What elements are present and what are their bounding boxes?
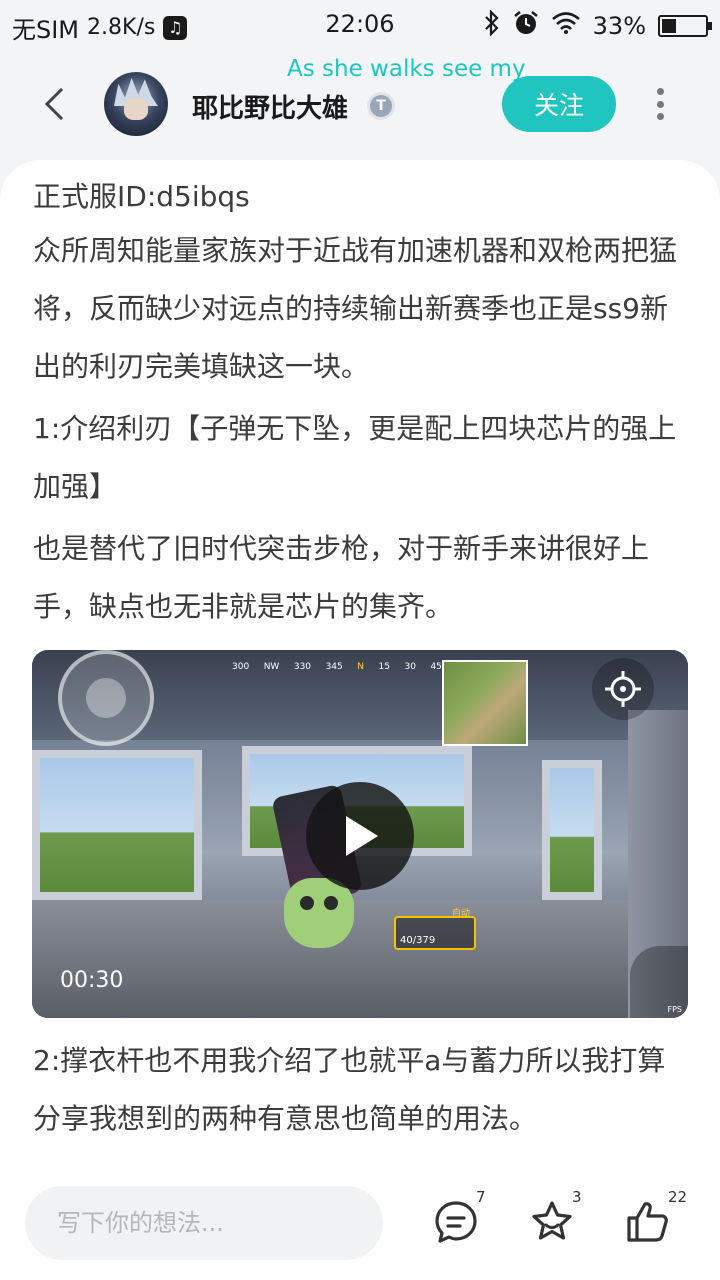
ammo-counter: 40/379	[394, 916, 476, 950]
game-joystick-icon	[58, 650, 154, 746]
back-button[interactable]	[34, 82, 74, 126]
battery-percent: 33%	[592, 12, 646, 40]
post-paragraph-2: 1:介绍利刃【子弹无下坠，更是配上四块芯片的强上加强】	[33, 412, 677, 503]
video-duration: 00:30	[60, 968, 124, 993]
more-options-icon[interactable]	[650, 88, 670, 120]
post-header: 耶比野比大雄 T As she walks see my 关注	[0, 52, 720, 158]
bottom-action-bar: 7 3 22	[0, 1164, 720, 1280]
favorite-button[interactable]	[528, 1198, 576, 1246]
post-paragraph-4: 2:撑衣杆也不用我介绍了也就平a与蓄力所以我打算分享我想到的两种有意思也简单的用…	[33, 1044, 666, 1135]
chevron-left-icon	[44, 87, 64, 121]
like-button[interactable]	[624, 1198, 672, 1246]
comment-input[interactable]	[25, 1186, 383, 1260]
post-paragraph-3: 也是替代了旧时代突击步枪，对于新手来讲很好上手，缺点也无非就是芯片的集齐。	[33, 532, 650, 623]
favorites-count: 3	[572, 1188, 582, 1206]
post-content: 正式服ID:d5ibqs 众所周知能量家族对于近战有加速机器和双枪两把猛将，反而…	[0, 160, 720, 1164]
game-character	[284, 878, 354, 948]
follow-button[interactable]: 关注	[502, 76, 616, 132]
play-button[interactable]	[306, 782, 414, 890]
comment-icon	[435, 1201, 477, 1243]
game-minimap	[442, 660, 528, 746]
alarm-icon	[513, 10, 539, 42]
comment-button[interactable]	[432, 1198, 480, 1246]
crosshair-icon	[592, 658, 654, 720]
likes-count: 22	[668, 1188, 688, 1206]
star-icon	[532, 1201, 572, 1240]
video-player[interactable]: 300 NW 330 345 N 15 30 45 自动 40/379 FPS 00:3…	[32, 650, 688, 1018]
level-badge-icon: T	[367, 92, 395, 120]
play-icon	[346, 816, 378, 856]
author-name[interactable]: 耶比野比大雄	[192, 88, 348, 125]
status-right: 33%	[483, 9, 712, 42]
avatar[interactable]	[104, 72, 168, 136]
thumbs-up-icon	[627, 1202, 668, 1242]
bluetooth-icon	[483, 9, 501, 42]
game-compass: 300 NW 330 345 N 15 30 45	[232, 662, 442, 672]
floating-comment: As she walks see my	[287, 56, 526, 82]
wifi-icon	[551, 11, 581, 41]
status-bar: 无SIM 2.8K/s ♫ 22:06 33%	[0, 0, 720, 52]
comments-count: 7	[476, 1188, 486, 1206]
post-id-line: 正式服ID:d5ibqs	[33, 180, 250, 213]
battery-icon	[658, 15, 712, 37]
post-paragraph-1: 众所周知能量家族对于近战有加速机器和双枪两把猛将，反而缺少对远点的持续输出新赛季…	[33, 234, 678, 383]
